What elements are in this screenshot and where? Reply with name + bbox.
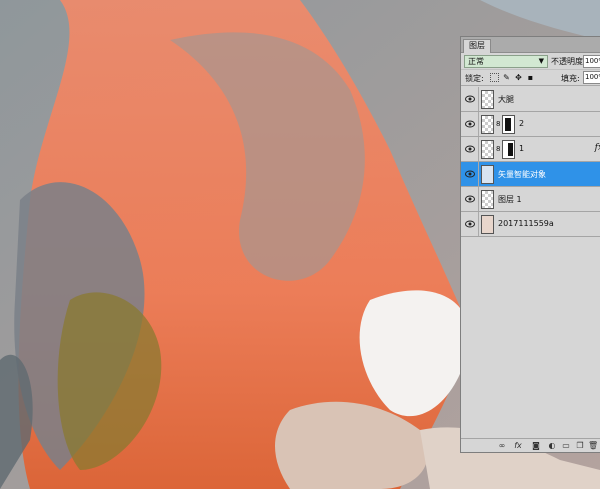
layer-thumbnail[interactable] <box>481 115 494 134</box>
layer-name[interactable]: 2017111559a <box>498 219 554 228</box>
lock-label: 锁定: <box>465 74 484 83</box>
layer-row-vector-smart-object[interactable]: 矢量智能对象 <box>461 162 600 187</box>
image-thumbnail[interactable] <box>481 215 494 234</box>
blend-row: 正常 ▼ 不透明度: 100% <box>461 53 600 70</box>
lock-row: 锁定: ✎ ✥ ▪ 填充: 100% <box>461 70 600 86</box>
link-layers-icon[interactable]: ∞ <box>497 441 507 451</box>
eye-icon[interactable] <box>465 95 475 103</box>
panel-bottom-toolbar: ∞ fx ◙ ◐ ▭ ❐ 🗑 <box>461 438 600 452</box>
tab-layers[interactable]: 图层 <box>463 39 491 53</box>
link-chain-icon[interactable]: 8 <box>496 145 500 153</box>
lock-image-brush-icon[interactable]: ✎ <box>502 73 511 82</box>
layer-mask-thumbnail[interactable] <box>502 115 515 134</box>
new-layer-icon[interactable]: ❐ <box>575 441 585 451</box>
add-layer-style-icon[interactable]: fx <box>513 441 523 451</box>
eye-icon[interactable] <box>465 195 475 203</box>
opacity-label: 不透明度: <box>551 57 586 66</box>
lock-all-icon[interactable]: ▪ <box>526 73 535 82</box>
delete-layer-icon[interactable]: 🗑 <box>588 441 598 451</box>
chevron-down-icon: ▼ <box>538 57 544 65</box>
layers-panel: 图层 正常 ▼ 不透明度: 100% 锁定: ✎ ✥ ▪ 填充: 100% 大腿 <box>460 36 600 453</box>
divider <box>478 212 479 236</box>
layer-thumbnail[interactable] <box>481 90 494 109</box>
layer-row-1[interactable]: 8 1 fx <box>461 137 600 162</box>
eye-icon[interactable] <box>465 220 475 228</box>
blend-mode-value: 正常 <box>468 57 484 66</box>
layer-name[interactable]: 图层 1 <box>498 194 522 205</box>
layer-row-thigh[interactable]: 大腿 <box>461 87 600 112</box>
divider <box>478 137 479 161</box>
layer-name[interactable]: 矢量智能对象 <box>498 169 546 180</box>
layer-name[interactable]: 2 <box>519 119 524 128</box>
adjustment-layer-icon[interactable]: ◐ <box>547 441 557 451</box>
layer-row-2[interactable]: 8 2 <box>461 112 600 137</box>
lock-transparent-icon[interactable] <box>490 73 499 82</box>
layer-list: 大腿 8 2 8 1 fx 矢量智能对象 <box>461 87 600 237</box>
fill-input[interactable]: 100% <box>583 71 600 84</box>
layer-row-layer-1[interactable]: 图层 1 <box>461 187 600 212</box>
fill-label: 填充: <box>561 74 580 83</box>
divider <box>478 112 479 136</box>
layer-row-2017111559a[interactable]: 2017111559a <box>461 212 600 237</box>
fx-effects-icon[interactable]: fx <box>595 143 600 153</box>
divider <box>478 187 479 211</box>
layer-mask-thumbnail[interactable] <box>502 140 515 159</box>
divider <box>478 87 479 111</box>
layer-name[interactable]: 大腿 <box>498 94 514 105</box>
blend-mode-select[interactable]: 正常 ▼ <box>464 55 548 68</box>
smart-object-thumbnail[interactable] <box>481 165 494 184</box>
new-group-icon[interactable]: ▭ <box>561 441 571 451</box>
divider <box>478 162 479 186</box>
add-mask-icon[interactable]: ◙ <box>531 441 541 451</box>
eye-icon[interactable] <box>465 170 475 178</box>
lock-position-move-icon[interactable]: ✥ <box>514 73 523 82</box>
link-chain-icon[interactable]: 8 <box>496 120 500 128</box>
layer-thumbnail[interactable] <box>481 190 494 209</box>
panel-tab-bar: 图层 <box>461 37 600 53</box>
eye-icon[interactable] <box>465 120 475 128</box>
eye-icon[interactable] <box>465 145 475 153</box>
opacity-input[interactable]: 100% <box>583 55 600 68</box>
layer-thumbnail[interactable] <box>481 140 494 159</box>
layer-name[interactable]: 1 <box>519 144 524 153</box>
